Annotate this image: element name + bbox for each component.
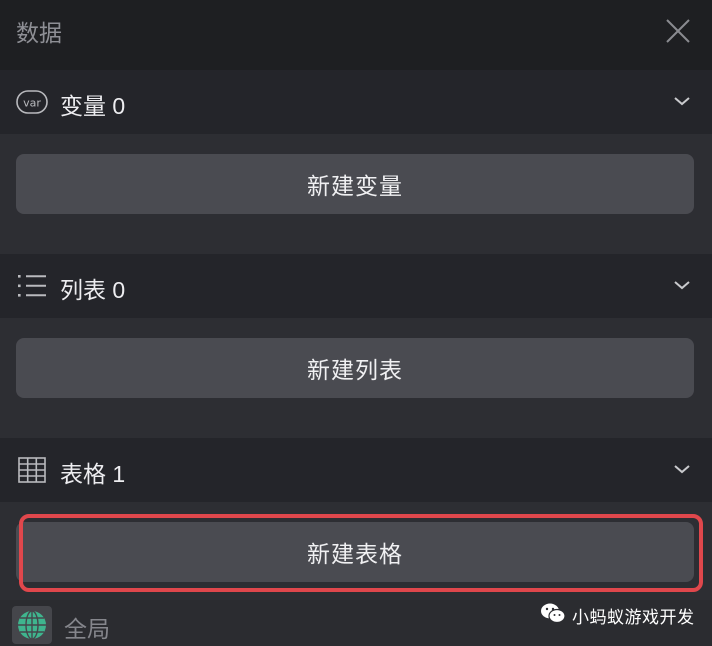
var-badge-icon: var [16,88,48,116]
chevron-down-icon[interactable] [672,94,692,108]
section-body-tables: 新建表格 [0,502,712,600]
chevron-down-icon[interactable] [672,462,692,476]
watermark-text: 小蚂蚁游戏开发 [572,607,695,627]
new-list-button[interactable]: 新建列表 [16,338,694,398]
section-body-variables: 新建变量 [0,134,712,254]
watermark: 小蚂蚁游戏开发 [540,602,695,628]
section-label-variables: 变量 0 [60,93,126,119]
grid-table-icon [16,456,48,484]
list-icon [16,272,48,300]
section-header-tables[interactable]: 表格 1 [0,438,712,502]
panel-title: 数据 [16,20,62,46]
section-body-lists: 新建列表 [0,318,712,438]
globe-icon[interactable] [12,606,52,644]
section-label-tables: 表格 1 [60,461,126,487]
new-table-button[interactable]: 新建表格 [16,522,694,582]
new-variable-button[interactable]: 新建变量 [16,154,694,214]
section-header-lists[interactable]: 列表 0 [0,254,712,318]
section-header-variables[interactable]: var 变量 0 [0,70,712,134]
panel-header: 数据 [0,0,712,70]
wechat-icon [540,602,566,629]
svg-text:var: var [23,97,41,110]
scope-label: 全局 [64,616,110,642]
close-icon[interactable] [664,17,692,45]
chevron-down-icon[interactable] [672,278,692,292]
section-label-lists: 列表 0 [60,277,126,303]
